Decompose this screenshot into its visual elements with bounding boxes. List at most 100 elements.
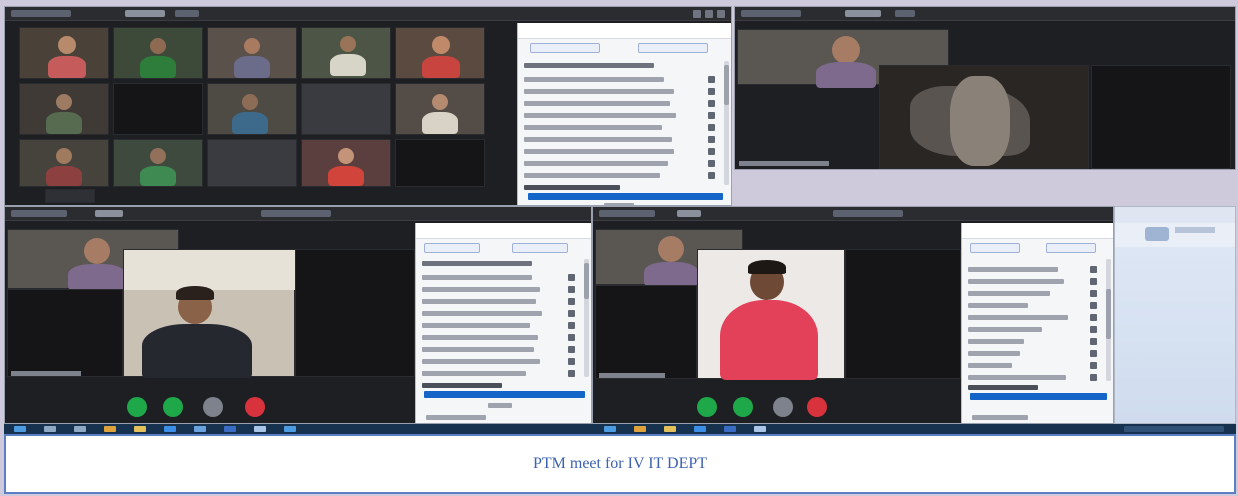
list-item[interactable] <box>524 111 721 120</box>
app-icon[interactable] <box>254 426 266 432</box>
browser-icon[interactable] <box>104 426 116 432</box>
list-item[interactable] <box>524 123 721 132</box>
share-screen-button[interactable] <box>203 397 223 417</box>
speaker-video-tile <box>123 249 296 378</box>
participants-panel <box>415 223 591 423</box>
mic-icon[interactable] <box>568 274 575 281</box>
minimize-icon[interactable] <box>693 10 701 18</box>
scrollbar[interactable] <box>724 61 729 185</box>
app-icon[interactable] <box>284 426 296 432</box>
list-item[interactable] <box>968 337 1103 346</box>
list-item[interactable] <box>422 297 581 306</box>
list-item[interactable] <box>968 325 1103 334</box>
invite-button[interactable] <box>970 393 1107 400</box>
mic-icon[interactable] <box>568 358 575 365</box>
mic-icon[interactable] <box>708 160 715 167</box>
mute-all-button[interactable] <box>424 243 480 253</box>
mic-icon[interactable] <box>568 370 575 377</box>
word-icon[interactable] <box>724 426 736 432</box>
list-item[interactable] <box>968 301 1103 310</box>
mic-icon[interactable] <box>1090 374 1097 381</box>
close-icon[interactable] <box>717 10 725 18</box>
list-item[interactable] <box>524 171 721 180</box>
mic-icon[interactable] <box>568 310 575 317</box>
mic-icon[interactable] <box>708 148 715 155</box>
start-icon[interactable] <box>14 426 26 432</box>
list-item[interactable] <box>422 357 581 366</box>
participants-panel <box>961 223 1113 423</box>
maximize-icon[interactable] <box>705 10 713 18</box>
mic-icon[interactable] <box>708 76 715 83</box>
app-icon[interactable] <box>754 426 766 432</box>
mic-icon[interactable] <box>1090 302 1097 309</box>
mic-icon[interactable] <box>568 346 575 353</box>
mute-mic-button[interactable] <box>127 397 147 417</box>
list-item[interactable] <box>968 361 1103 370</box>
list-item[interactable] <box>524 135 721 144</box>
video-button[interactable] <box>733 397 753 417</box>
mic-icon[interactable] <box>568 322 575 329</box>
list-item[interactable] <box>422 273 581 282</box>
list-item[interactable] <box>422 285 581 294</box>
unmute-all-button[interactable] <box>638 43 708 53</box>
mic-icon[interactable] <box>1090 350 1097 357</box>
search-icon[interactable] <box>44 426 56 432</box>
scrollbar[interactable] <box>1106 259 1111 381</box>
list-item[interactable] <box>968 349 1103 358</box>
mic-icon[interactable] <box>568 286 575 293</box>
share-screen-button[interactable] <box>773 397 793 417</box>
mute-all-button[interactable] <box>970 243 1020 253</box>
list-item[interactable] <box>422 309 581 318</box>
meeting-screenshot-gallery <box>4 6 732 206</box>
list-item[interactable] <box>968 289 1103 298</box>
meeting-app-icon[interactable] <box>164 426 176 432</box>
list-item[interactable] <box>524 147 721 156</box>
list-item[interactable] <box>968 265 1103 274</box>
panel-header <box>962 223 1113 239</box>
folder-icon[interactable] <box>664 426 676 432</box>
mic-icon[interactable] <box>1090 338 1097 345</box>
mic-icon[interactable] <box>708 172 715 179</box>
mic-icon[interactable] <box>568 298 575 305</box>
meeting-app-icon[interactable] <box>694 426 706 432</box>
unmute-all-button[interactable] <box>512 243 568 253</box>
unmute-all-button[interactable] <box>1046 243 1096 253</box>
mic-icon[interactable] <box>1090 314 1097 321</box>
list-item[interactable] <box>422 321 581 330</box>
video-button[interactable] <box>163 397 183 417</box>
scrollbar[interactable] <box>584 259 589 377</box>
mic-icon[interactable] <box>1090 326 1097 333</box>
start-icon[interactable] <box>604 426 616 432</box>
mic-icon[interactable] <box>1090 290 1097 297</box>
end-call-button[interactable] <box>245 397 265 417</box>
word-icon[interactable] <box>224 426 236 432</box>
mute-all-button[interactable] <box>530 43 600 53</box>
mute-mic-button[interactable] <box>697 397 717 417</box>
mic-icon[interactable] <box>708 112 715 119</box>
mic-icon[interactable] <box>1090 278 1097 285</box>
taskview-icon[interactable] <box>74 426 86 432</box>
browser-icon[interactable] <box>634 426 646 432</box>
list-item[interactable] <box>968 373 1103 382</box>
mic-icon[interactable] <box>1090 362 1097 369</box>
mic-icon[interactable] <box>708 136 715 143</box>
invite-button[interactable] <box>424 391 585 398</box>
list-item[interactable] <box>422 333 581 342</box>
mic-icon[interactable] <box>708 88 715 95</box>
list-item[interactable] <box>968 313 1103 322</box>
list-item[interactable] <box>422 345 581 354</box>
list-item[interactable] <box>524 87 721 96</box>
list-item[interactable] <box>524 99 721 108</box>
folder-icon[interactable] <box>134 426 146 432</box>
list-item[interactable] <box>524 159 721 168</box>
list-item[interactable] <box>968 277 1103 286</box>
mic-icon[interactable] <box>1090 266 1097 273</box>
mic-icon[interactable] <box>708 100 715 107</box>
mic-icon[interactable] <box>708 124 715 131</box>
invite-button[interactable] <box>528 193 723 200</box>
mic-icon[interactable] <box>568 334 575 341</box>
end-call-button[interactable] <box>807 397 827 417</box>
list-item[interactable] <box>422 369 581 378</box>
mail-icon[interactable] <box>194 426 206 432</box>
list-item[interactable] <box>524 75 721 84</box>
